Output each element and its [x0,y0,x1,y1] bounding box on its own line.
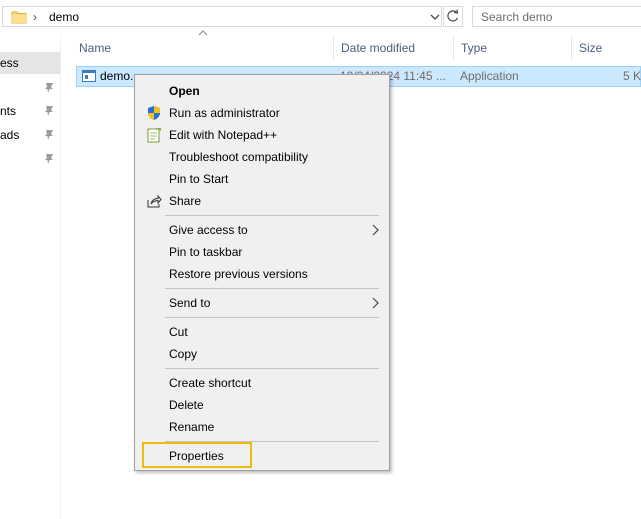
column-header: Name Date modified Type Size [72,36,641,60]
menu-separator [165,368,379,369]
menu-separator [165,215,379,216]
column-date-modified[interactable]: Date modified [334,36,454,60]
breadcrumb-chevron-icon[interactable]: › [33,9,45,25]
chevron-right-icon [372,224,379,236]
file-name: demo. [100,69,134,83]
menu-item-label: Give access to [169,223,248,237]
refresh-button[interactable] [443,6,463,27]
menu-item-copy[interactable]: Copy [137,343,387,365]
share-icon [147,194,162,208]
chevron-right-icon [372,297,379,309]
menu-item-label: Cut [169,325,188,339]
menu-item-label: Open [169,84,200,98]
application-icon [82,70,96,82]
nav-item-downloads[interactable]: ads [0,124,60,146]
file-type: Application [460,69,519,83]
menu-item-pin-to-taskbar[interactable]: Pin to taskbar [137,241,387,263]
nav-item-label: nts [0,104,17,118]
menu-item-pin-to-start[interactable]: Pin to Start [137,168,387,190]
pin-icon [45,106,53,116]
search-input[interactable] [472,6,641,27]
menu-item-send-to[interactable]: Send to [137,292,387,314]
column-type[interactable]: Type [454,36,572,60]
address-bar[interactable]: › demo [2,6,442,27]
menu-item-open[interactable]: Open [137,80,387,102]
menu-item-label: Copy [169,347,198,361]
nav-item-pictures[interactable] [0,148,60,170]
menu-item-delete[interactable]: Delete [137,394,387,416]
menu-item-restore-previous-versions[interactable]: Restore previous versions [137,263,387,285]
file-size: 5 KB [623,69,641,83]
nav-item-quick-access[interactable]: ess [0,52,60,74]
column-size[interactable]: Size [572,36,641,60]
menu-item-run-as-administrator[interactable]: Run as administrator [137,102,387,124]
uac-shield-icon [148,106,160,120]
menu-item-cut[interactable]: Cut [137,321,387,343]
breadcrumb-segment[interactable]: demo [49,9,79,25]
menu-item-label: Send to [169,296,211,310]
menu-item-label: Restore previous versions [169,267,308,281]
refresh-icon [447,9,459,22]
nav-item-label: ess [0,56,19,70]
menu-item-create-shortcut[interactable]: Create shortcut [137,372,387,394]
menu-item-share[interactable]: Share [137,190,387,212]
nav-item-documents[interactable]: nts [0,100,60,122]
address-toolbar: › demo [0,0,641,34]
folder-icon [11,11,27,24]
menu-separator [165,317,379,318]
chevron-down-icon[interactable] [428,9,442,25]
nav-item-desktop[interactable] [0,77,60,99]
pin-icon [45,83,53,93]
column-name[interactable]: Name [72,36,334,60]
menu-item-troubleshoot-compatibility[interactable]: Troubleshoot compatibility [137,146,387,168]
menu-item-label: Rename [169,420,215,434]
menu-item-label: Share [169,194,202,208]
nav-item-label: ads [0,128,20,142]
context-menu: Open Run as administrator Edit with Note… [134,74,390,471]
menu-item-edit-with-notepad[interactable]: Edit with Notepad++ [137,124,387,146]
menu-item-label: Pin to taskbar [169,245,243,259]
highlight-box [142,442,252,468]
menu-separator [165,288,379,289]
menu-item-label: Delete [169,398,204,412]
menu-item-label: Pin to Start [169,172,229,186]
notepad-plus-plus-icon [147,128,161,143]
pin-icon [45,130,53,140]
menu-item-label: Edit with Notepad++ [169,128,278,142]
pin-icon [45,154,53,164]
menu-item-label: Troubleshoot compatibility [169,150,308,164]
menu-item-rename[interactable]: Rename [137,416,387,438]
menu-item-give-access-to[interactable]: Give access to [137,219,387,241]
navigation-pane: ess nts ads [0,34,61,519]
menu-item-label: Run as administrator [169,106,280,120]
menu-item-label: Create shortcut [169,376,252,390]
